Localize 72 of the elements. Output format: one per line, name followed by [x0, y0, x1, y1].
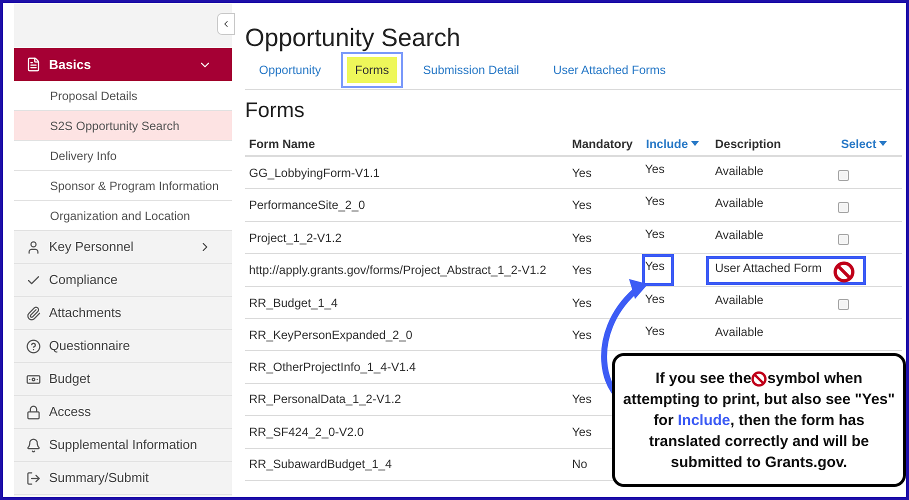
sidebar-item[interactable]: Questionnaire	[14, 330, 232, 363]
description-cell-text: Available	[715, 162, 764, 180]
sidebar-item[interactable]: Budget	[14, 363, 232, 396]
collapse-button[interactable]	[217, 13, 235, 35]
form-name-cell-text: Project_1_2-V1.2	[248, 230, 343, 247]
caret-icon	[879, 141, 888, 146]
sidebar-item-icon	[26, 240, 41, 254]
sidebar-item-icon	[26, 306, 41, 320]
description-cell-text: Available	[715, 194, 764, 212]
sidebar-subitem[interactable]: S2S Opportunity Search	[14, 111, 232, 141]
sidebar-subitem[interactable]: Organization and Location	[14, 201, 232, 231]
caret-icon	[691, 141, 700, 146]
tab[interactable]: Opportunity	[245, 52, 336, 88]
mandatory-cell: Yes	[572, 296, 592, 310]
sidebar-subitem[interactable]: Sponsor & Program Information	[14, 171, 232, 201]
tab[interactable]: Submission Detail	[409, 52, 534, 88]
prohibited-icon	[751, 370, 768, 387]
sidebar-item[interactable]: Basics	[14, 48, 232, 81]
select-checkbox[interactable]	[838, 299, 849, 310]
include-cell-text: Yes	[644, 161, 666, 178]
sidebar-item[interactable]: Summary/Submit	[14, 462, 232, 495]
mandatory-cell: Yes	[572, 166, 592, 180]
column-header[interactable]: Select	[841, 134, 902, 152]
select-checkbox[interactable]	[838, 234, 849, 246]
description-cell-text: User Attached Form	[715, 260, 822, 277]
column-header: Form Name	[248, 136, 316, 152]
section-title: Forms	[245, 98, 306, 124]
mandatory-cell: Yes	[572, 198, 592, 212]
description-cell-text: Available	[715, 324, 764, 342]
column-header: Description	[715, 136, 782, 152]
sidebar-item-icon	[26, 57, 41, 72]
select-checkbox[interactable]	[838, 170, 849, 180]
column-header[interactable]: Include	[646, 134, 715, 152]
sidebar-item-icon	[26, 470, 41, 486]
form-name-cell-text: GG_LobbyingForm-V1.1	[248, 165, 381, 182]
select-checkbox[interactable]	[838, 202, 849, 213]
tab[interactable]: User Attached Forms	[539, 52, 680, 88]
include-cell-text: Yes	[644, 193, 666, 210]
column-header: Mandatory	[572, 136, 634, 152]
include-cell-text: Yes	[644, 290, 666, 308]
include-cell-text: Yes	[644, 226, 666, 243]
sidebar-item-icon	[26, 404, 41, 420]
mandatory-cell: Yes	[572, 392, 592, 406]
mandatory-cell: Yes	[572, 230, 592, 245]
sidebar-item[interactable]: Access	[14, 396, 232, 429]
sidebar-subitem[interactable]: Delivery Info	[14, 141, 232, 171]
sidebar-item[interactable]: Attachments	[14, 297, 232, 330]
mandatory-cell: Yes	[572, 263, 592, 278]
mandatory-cell: Yes	[572, 328, 592, 342]
prohibited-icon	[833, 260, 855, 283]
form-name-cell-text: RR_SubawardBudget_1_4	[248, 456, 393, 474]
form-name-cell-text: RR_Budget_1_4	[248, 294, 339, 312]
description-cell-text: Available	[715, 227, 764, 244]
sidebar-item[interactable]: Compliance	[14, 264, 232, 297]
mandatory-cell: Yes	[572, 424, 592, 439]
description-cell-text: Available	[715, 292, 764, 310]
form-name-cell-text: RR_KeyPersonExpanded_2_0	[248, 326, 414, 344]
sidebar-item[interactable]: Supplemental Information	[14, 429, 232, 462]
form-name-cell-text: RR_PersonalData_1_2-V1.2	[248, 391, 402, 408]
sidebar-subitem[interactable]: Proposal Details	[14, 81, 232, 111]
form-name-cell-text: http://apply.grants.gov/forms/Project_Abstract_1_2-V1.2	[248, 262, 548, 280]
tab[interactable]: Forms	[341, 52, 404, 88]
sidebar-item[interactable]: Key Personnel	[14, 231, 232, 264]
form-name-cell-text: PerformanceSite_2_0	[248, 197, 366, 214]
callout-text: If you see the symbol when attempting to print, but also see "Yes" for Include, then the form has translated correctly and will be submitted to Grants.gov.	[622, 368, 896, 472]
form-name-cell-text: RR_OtherProjectInfo_1_4-V1.4	[248, 359, 417, 376]
mandatory-cell: No	[572, 457, 588, 472]
sidebar-item-icon	[26, 438, 41, 452]
page-title: Opportunity Search	[245, 23, 462, 54]
include-cell-text: Yes	[644, 322, 666, 340]
sidebar-item-icon	[26, 338, 41, 354]
form-name-cell-text: RR_SF424_2_0-V2.0	[248, 424, 365, 441]
